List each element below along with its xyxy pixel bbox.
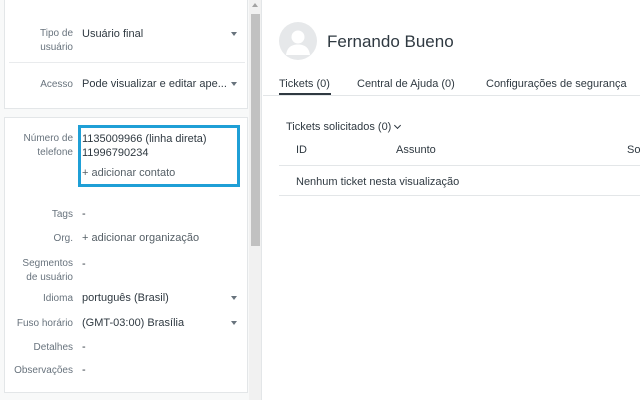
chevron-down-icon[interactable] [231, 32, 237, 36]
segments-label: Segmentos de usuário [22, 258, 73, 283]
user-type-select[interactable]: Usuário final [82, 27, 143, 42]
user-avatar-icon [279, 22, 317, 60]
table-row-divider [279, 195, 640, 196]
user-details-card: Número de telefone 1135009966 (linha dir… [4, 117, 248, 393]
tickets-filter-dropdown[interactable]: Tickets solicitados (0) [286, 120, 402, 135]
tags-field[interactable]: - [82, 207, 86, 222]
timezone-select[interactable]: (GMT-03:00) Brasília [82, 316, 184, 331]
tickets-filter-label: Tickets solicitados (0) [286, 121, 392, 133]
chevron-down-icon [394, 121, 402, 130]
access-select[interactable]: Pode visualizar e editar ape... [82, 77, 227, 92]
chevron-down-icon[interactable] [231, 82, 237, 86]
language-label: Idioma [42, 293, 73, 304]
org-label: Org. [53, 233, 73, 244]
column-status[interactable]: So [627, 143, 640, 158]
phone-highlight-box [78, 125, 240, 187]
access-label: Acesso [40, 79, 73, 90]
timezone-label: Fuso horário [16, 318, 73, 329]
divider [9, 62, 245, 63]
notes-field[interactable]: - [82, 363, 86, 378]
user-main-area: Fernando Bueno Tickets (0) Central de Aj… [263, 0, 640, 400]
scrollbar-thumb[interactable] [251, 14, 260, 246]
details-label: Detalhes [33, 342, 73, 353]
tab-help-center[interactable]: Central de Ajuda (0) [357, 77, 455, 92]
details-field[interactable]: - [82, 340, 86, 355]
table-header-divider [279, 165, 640, 166]
tab-security-settings[interactable]: Configurações de segurança [486, 77, 627, 92]
column-id[interactable]: ID [296, 143, 307, 158]
language-select[interactable]: português (Brasil) [82, 291, 169, 306]
user-properties-panel: Tipo de usuário Usuário final Acesso Pod… [0, 0, 262, 400]
tab-tickets[interactable]: Tickets (0) [279, 77, 330, 92]
phone-label: Número de telefone [23, 133, 73, 158]
segments-value: - [82, 258, 86, 270]
scroll-up-icon[interactable] [252, 3, 258, 7]
tabs-divider [263, 95, 640, 96]
user-type-label: Tipo de usuário [40, 28, 73, 53]
chevron-down-icon[interactable] [231, 296, 237, 300]
chevron-down-icon[interactable] [231, 321, 237, 325]
user-name: Fernando Bueno [327, 32, 454, 51]
column-subject[interactable]: Assunto [396, 143, 436, 158]
notes-label: Observações [14, 365, 73, 376]
tags-label: Tags [51, 209, 73, 220]
empty-tickets-message: Nenhum ticket nesta visualização [296, 176, 460, 188]
user-type-access-card: Tipo de usuário Usuário final Acesso Pod… [4, 0, 248, 109]
scrollbar[interactable] [249, 0, 261, 400]
add-organization-link[interactable]: + adicionar organização [82, 231, 199, 246]
